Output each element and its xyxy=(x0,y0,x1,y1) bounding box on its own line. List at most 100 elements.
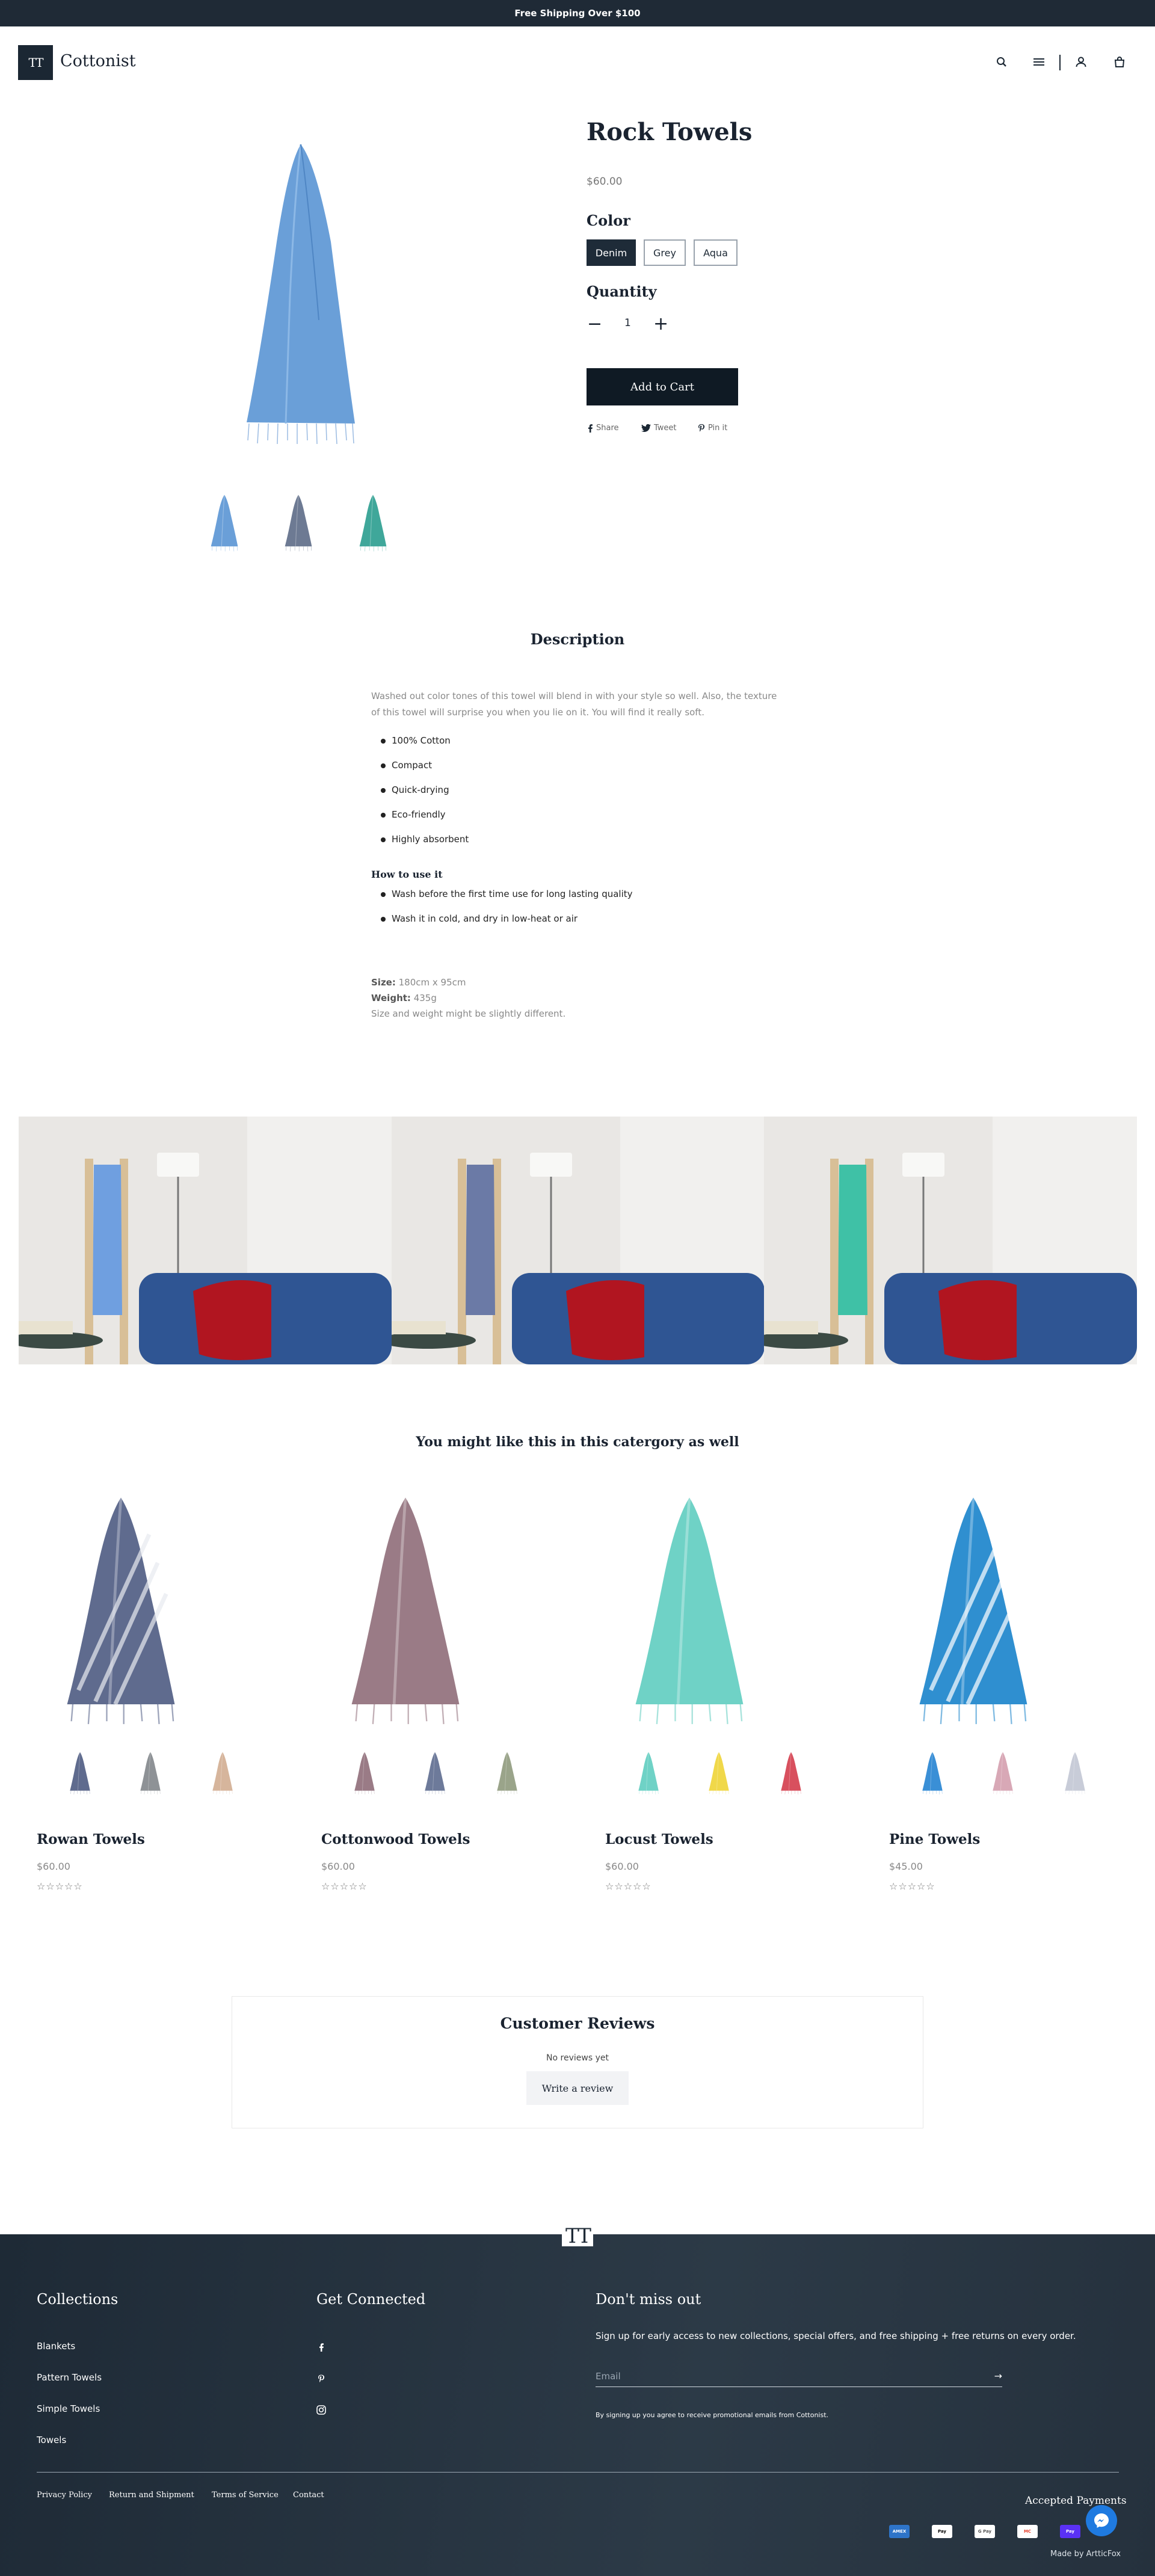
rating-stars: ☆☆☆☆☆ xyxy=(605,1881,651,1892)
feature-item: Quick-drying xyxy=(381,784,449,795)
weight-label: Weight: xyxy=(371,993,411,1003)
footer-link-blankets[interactable]: Blankets xyxy=(37,2341,75,2352)
howto-item: Wash it in cold, and dry in low-heat or … xyxy=(380,913,578,924)
color-option-denim[interactable]: Denim xyxy=(587,239,636,266)
size-value: 180cm x 95cm xyxy=(398,977,466,988)
howto-item: Wash before the first time use for long … xyxy=(381,889,633,899)
share-pinterest-link[interactable]: Pin it xyxy=(698,424,727,433)
related-product-thumbnail[interactable] xyxy=(67,1745,93,1802)
related-product-name[interactable]: Pine Towels xyxy=(889,1831,980,1847)
feature-item: 100% Cotton xyxy=(381,735,451,746)
logo[interactable]: TT xyxy=(18,45,53,80)
facebook-icon[interactable] xyxy=(314,2340,328,2355)
twitter-icon xyxy=(641,424,651,432)
related-product-thumbnail[interactable] xyxy=(778,1745,804,1802)
rating-stars: ☆☆☆☆☆ xyxy=(37,1881,83,1892)
share-label: Share xyxy=(596,424,619,433)
footer-logo[interactable]: TT xyxy=(562,2219,593,2246)
product-main-image[interactable] xyxy=(229,140,373,449)
footer-link-pattern-towels[interactable]: Pattern Towels xyxy=(37,2372,102,2383)
related-product-thumbnail[interactable] xyxy=(494,1745,520,1802)
made-by-credit[interactable]: Made by ArtticFox xyxy=(1050,2550,1121,2559)
color-label: Color xyxy=(587,212,630,229)
related-product-image[interactable] xyxy=(901,1492,1046,1733)
related-product-image[interactable] xyxy=(49,1492,193,1733)
facebook-icon xyxy=(588,424,593,433)
related-product-thumbnail[interactable] xyxy=(422,1745,448,1802)
pin-label: Pin it xyxy=(708,424,728,433)
related-product-name[interactable]: Cottonwood Towels xyxy=(321,1831,470,1847)
contact-link[interactable]: Contact xyxy=(293,2491,324,2500)
related-product-thumbnail[interactable] xyxy=(990,1745,1016,1802)
related-product-thumbnail[interactable] xyxy=(706,1745,732,1802)
related-product-price: $45.00 xyxy=(889,1861,923,1872)
related-product-thumbnail[interactable] xyxy=(209,1745,236,1802)
related-product-thumbnail[interactable] xyxy=(137,1745,164,1802)
customer-reviews: Customer Reviews No reviews yet Write a … xyxy=(232,1996,923,2128)
quantity-value[interactable]: 1 xyxy=(624,317,631,329)
related-product-price: $60.00 xyxy=(321,1861,355,1872)
pinterest-icon[interactable] xyxy=(314,2371,328,2386)
rating-stars: ☆☆☆☆☆ xyxy=(321,1881,368,1892)
product-price: $60.00 xyxy=(587,176,623,188)
product-thumbnail[interactable] xyxy=(280,493,316,553)
color-option-aqua[interactable]: Aqua xyxy=(694,239,738,266)
apple-pay-icon: Pay xyxy=(932,2525,952,2538)
terms-link[interactable]: Terms of Service xyxy=(212,2491,279,2500)
bag-icon[interactable] xyxy=(1110,53,1129,71)
messenger-chat-button[interactable] xyxy=(1086,2505,1117,2536)
add-to-cart-button[interactable]: Add to Cart xyxy=(587,368,738,405)
description-text: Washed out color tones of this towel wil… xyxy=(371,691,777,718)
weight-value: 435g xyxy=(413,993,437,1003)
lifestyle-photo xyxy=(19,1117,392,1364)
google-pay-icon: G Pay xyxy=(975,2525,995,2538)
product-thumbnail[interactable] xyxy=(355,493,391,553)
related-product-thumbnail[interactable] xyxy=(635,1745,662,1802)
related-product-thumbnail[interactable] xyxy=(919,1745,946,1802)
collections-heading: Collections xyxy=(37,2291,119,2308)
header-divider xyxy=(1059,55,1061,70)
howto-title: How to use it xyxy=(371,869,443,880)
related-product-name[interactable]: Rowan Towels xyxy=(37,1831,145,1847)
user-icon[interactable] xyxy=(1072,53,1090,71)
color-option-grey[interactable]: Grey xyxy=(644,239,686,266)
weight-spec: Weight: 435g xyxy=(371,993,437,1003)
quantity-increase-button[interactable]: + xyxy=(653,315,668,333)
related-product-image[interactable] xyxy=(333,1492,478,1733)
logo-mark: TT xyxy=(28,55,43,70)
menu-icon[interactable] xyxy=(1030,53,1048,71)
related-product-image[interactable] xyxy=(617,1492,762,1733)
search-icon[interactable] xyxy=(993,53,1011,71)
share-twitter-link[interactable]: Tweet xyxy=(641,424,677,433)
lifestyle-photo xyxy=(392,1117,765,1364)
tweet-label: Tweet xyxy=(654,424,677,433)
site-header: TT Cottonist xyxy=(0,26,1155,97)
share-facebook-link[interactable]: Share xyxy=(587,424,619,433)
quantity-decrease-button[interactable]: − xyxy=(587,315,602,333)
email-placeholder: Email xyxy=(596,2370,621,2382)
brand-name[interactable]: Cottonist xyxy=(60,52,136,70)
size-label: Size: xyxy=(371,977,396,988)
footer-logo-mark: TT xyxy=(565,2224,591,2248)
privacy-policy-link[interactable]: Privacy Policy xyxy=(37,2491,92,2500)
return-shipment-link[interactable]: Return and Shipment xyxy=(109,2491,194,2500)
feature-item: Compact xyxy=(380,760,433,771)
feature-item: Highly absorbent xyxy=(380,834,469,845)
footer-link-towels[interactable]: Towels xyxy=(37,2435,66,2445)
accepted-payments-heading: Accepted Payments xyxy=(1025,2495,1127,2507)
arrow-right-icon[interactable]: → xyxy=(994,2370,1002,2382)
footer-link-simple-towels[interactable]: Simple Towels xyxy=(37,2403,100,2414)
announcement-bar: Free Shipping Over $100 xyxy=(0,0,1155,26)
footer-divider xyxy=(37,2472,1119,2473)
related-product-name[interactable]: Locust Towels xyxy=(605,1831,713,1847)
size-spec: Size: 180cm x 95cm xyxy=(371,977,466,988)
related-product-thumbnail[interactable] xyxy=(1062,1745,1088,1802)
reviews-title: Customer Reviews xyxy=(500,2015,655,2032)
amex-icon: AMEX xyxy=(889,2525,910,2538)
email-field[interactable]: Email → xyxy=(596,2365,1002,2387)
related-product-thumbnail[interactable] xyxy=(351,1745,378,1802)
related-product-price: $60.00 xyxy=(605,1861,639,1872)
write-review-button[interactable]: Write a review xyxy=(526,2071,629,2105)
product-thumbnail[interactable] xyxy=(206,493,242,553)
instagram-icon[interactable] xyxy=(314,2403,328,2417)
